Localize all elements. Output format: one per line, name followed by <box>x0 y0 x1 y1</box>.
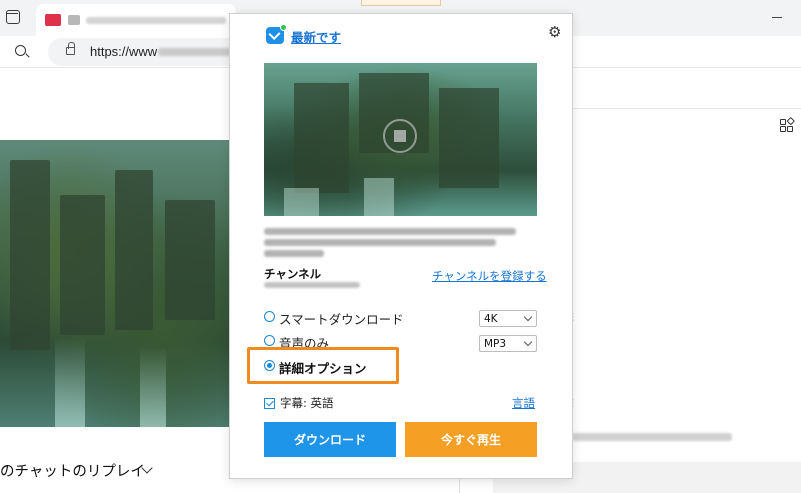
tab-title-redacted <box>86 17 226 24</box>
chevron-down-icon[interactable] <box>523 312 533 322</box>
downloader-popup: 最新です ⚙ チャンネル チャンネルを登録する スマートダウンロード 4K 音声… <box>229 13 573 479</box>
language-link[interactable]: 言語 <box>512 395 535 411</box>
radio-smart-download[interactable] <box>264 311 275 322</box>
chat-replay-label[interactable]: のチャットのリプレイ <box>0 460 145 481</box>
subscribe-link[interactable]: チャンネルを登録する <box>432 268 547 284</box>
gear-icon[interactable]: ⚙ <box>548 25 561 40</box>
video-thumbnail[interactable] <box>0 140 232 427</box>
url-text[interactable]: https://www <box>90 44 157 59</box>
radio-advanced[interactable] <box>264 360 275 371</box>
subtitle-label[interactable]: 字幕: 英語 <box>280 395 334 411</box>
download-button[interactable]: ダウンロード <box>264 422 396 457</box>
channel-name-redacted <box>264 282 360 288</box>
subtitle-checkbox[interactable] <box>264 398 275 409</box>
status-dot-icon <box>280 24 287 31</box>
radio-audio-only[interactable] <box>264 335 275 346</box>
search-icon[interactable] <box>15 45 26 56</box>
chevron-down-icon[interactable] <box>523 337 533 347</box>
video-title-redacted <box>264 250 324 257</box>
update-status-link[interactable]: 最新です <box>291 27 341 46</box>
video-preview <box>264 63 537 216</box>
channel-label: チャンネル <box>264 267 322 281</box>
page-divider <box>572 108 801 109</box>
popup-anchor-tab <box>361 0 441 6</box>
audio-format-select[interactable]: MP3 <box>479 335 537 352</box>
preview-focus-icon <box>383 119 417 153</box>
browser-tab[interactable] <box>36 4 236 36</box>
tab-secondary-icon <box>68 15 80 25</box>
tab-actions-icon[interactable] <box>6 10 20 24</box>
url-redacted <box>158 48 238 56</box>
video-title-redacted <box>264 228 516 235</box>
tab-favicon-icon <box>45 14 61 26</box>
option-label[interactable]: 詳細オプション <box>279 358 367 377</box>
extensions-icon[interactable] <box>780 116 795 133</box>
audio-format-value[interactable]: MP3 <box>484 338 506 350</box>
option-label[interactable]: スマートダウンロード <box>279 309 404 328</box>
video-title-redacted <box>264 239 496 246</box>
play-now-button[interactable]: 今すぐ再生 <box>405 422 537 457</box>
side-text-redacted <box>572 433 732 441</box>
minimize-icon[interactable] <box>772 17 782 18</box>
quality-select-value[interactable]: 4K <box>484 313 498 325</box>
quality-select[interactable]: 4K <box>479 310 537 327</box>
lock-icon[interactable] <box>66 42 75 55</box>
